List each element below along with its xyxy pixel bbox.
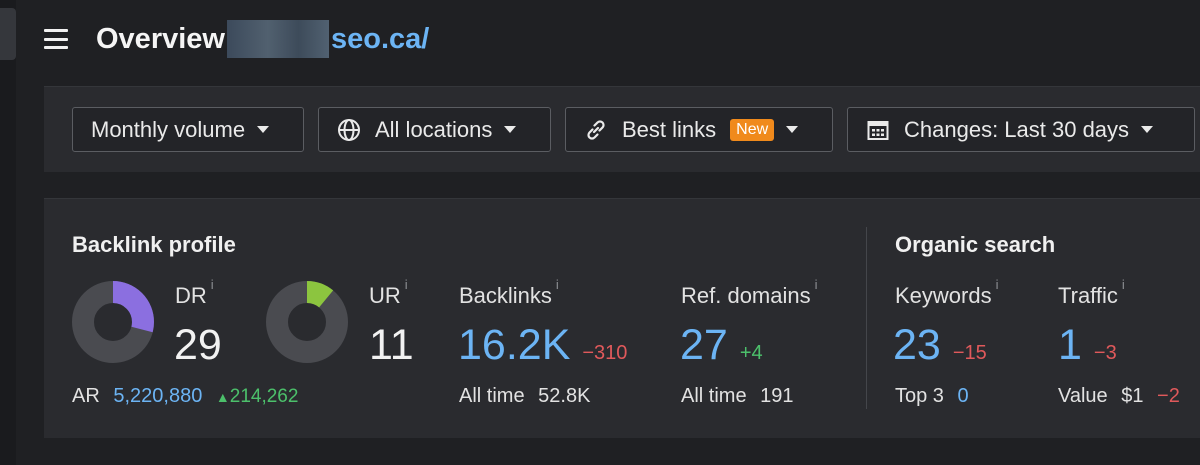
info-icon[interactable]: i (211, 277, 214, 292)
sidebar-toggle-tab[interactable] (0, 8, 16, 60)
new-badge: New (730, 118, 775, 141)
keywords-label: Keywords i (895, 277, 998, 309)
ref-domains-all-time-label: All time (681, 385, 747, 407)
keywords-top3-value[interactable]: 0 (958, 385, 969, 407)
dr-value: 29 (174, 321, 222, 369)
traffic-value-label: Value (1058, 385, 1108, 407)
traffic-label-text: Traffic (1058, 283, 1118, 308)
page-header: Overview seo.ca/ (44, 14, 429, 64)
filter-bar: Monthly volume All locations Best links … (44, 86, 1200, 172)
keywords-value[interactable]: 23 (893, 321, 941, 369)
triangle-up-icon: ▲ (215, 389, 230, 405)
menu-icon[interactable] (44, 29, 68, 49)
traffic-value-row: Value $1 −2 (1058, 385, 1180, 408)
chevron-down-icon (1141, 126, 1154, 133)
best-links-dropdown-label: Best links (622, 116, 717, 142)
backlinks-all-time-label: All time (459, 385, 525, 407)
ur-donut (266, 281, 348, 363)
chevron-down-icon (257, 126, 270, 133)
dr-label: DR i (175, 277, 214, 309)
backlinks-all-time-value: 52.8K (538, 385, 591, 407)
globe-icon (338, 118, 360, 141)
chevron-down-icon (504, 126, 517, 133)
backlinks-all-time: All time 52.8K (459, 385, 590, 408)
traffic-value-delta: −2 (1157, 385, 1180, 407)
chevron-down-icon (786, 126, 799, 133)
ref-domains-delta: +4 (739, 342, 763, 364)
section-divider (866, 227, 867, 409)
link-icon (587, 119, 605, 140)
backlinks-label-text: Backlinks (459, 283, 552, 308)
page-title: Overview seo.ca/ (96, 20, 429, 58)
volume-dropdown-label: Monthly volume (91, 116, 246, 142)
traffic-label: Traffic i (1058, 277, 1125, 309)
volume-dropdown[interactable]: Monthly volume (72, 107, 304, 152)
ref-domains-all-time-value: 191 (760, 385, 794, 407)
info-icon[interactable]: i (996, 277, 999, 292)
info-icon[interactable]: i (405, 277, 408, 292)
left-rail (0, 0, 16, 465)
backlinks-value[interactable]: 16.2K (458, 321, 570, 369)
ur-label-text: UR (369, 283, 401, 308)
backlinks-label: Backlinks i (459, 277, 559, 309)
dr-label-text: DR (175, 283, 207, 308)
info-icon[interactable]: i (815, 277, 818, 292)
keywords-top3: Top 3 0 (895, 385, 969, 408)
ur-value: 11 (369, 321, 414, 369)
ar-label: AR (72, 385, 100, 407)
calendar-icon (867, 120, 889, 140)
ar-row: AR 5,220,880 ▲214,262 (72, 385, 298, 408)
ar-value[interactable]: 5,220,880 (113, 385, 202, 407)
traffic-delta: −3 (1093, 342, 1117, 364)
locations-dropdown-label: All locations (375, 116, 493, 142)
ref-domains-all-time: All time 191 (681, 385, 794, 408)
page-title-text: Overview (96, 22, 225, 55)
changes-dropdown[interactable]: Changes: Last 30 days (847, 107, 1195, 152)
dr-donut (72, 281, 154, 363)
organic-search-title: Organic search (895, 232, 1056, 257)
ar-delta: ▲214,262 (216, 386, 299, 407)
ref-domains-metric: 27 +4 (680, 321, 763, 370)
ar-delta-value: 214,262 (229, 386, 299, 407)
info-icon[interactable]: i (556, 277, 559, 292)
traffic-value[interactable]: 1 (1058, 321, 1082, 369)
backlinks-delta: −310 (582, 342, 628, 364)
redacted-domain (226, 20, 329, 58)
keywords-top3-label: Top 3 (895, 385, 944, 407)
best-links-dropdown[interactable]: Best links New (565, 107, 833, 152)
changes-dropdown-label: Changes: Last 30 days (904, 116, 1130, 142)
ur-label: UR i (369, 277, 408, 309)
ref-domains-label-text: Ref. domains (681, 283, 811, 308)
keywords-delta: −15 (952, 342, 987, 364)
ref-domains-value[interactable]: 27 (680, 321, 728, 369)
backlinks-metric: 16.2K −310 (458, 321, 627, 370)
ref-domains-label: Ref. domains i (681, 277, 818, 309)
traffic-metric: 1 −3 (1058, 321, 1117, 370)
locations-dropdown[interactable]: All locations (318, 107, 551, 152)
keywords-metric: 23 −15 (893, 321, 987, 370)
keywords-label-text: Keywords (895, 283, 992, 308)
backlink-profile-title: Backlink profile (72, 232, 236, 257)
metrics-panel: Backlink profile DR i 29 UR i 11 AR 5,220,… (44, 198, 1200, 438)
info-icon[interactable]: i (1122, 277, 1125, 292)
traffic-value-amount: $1 (1121, 385, 1144, 407)
page-title-url[interactable]: seo.ca/ (331, 23, 429, 56)
